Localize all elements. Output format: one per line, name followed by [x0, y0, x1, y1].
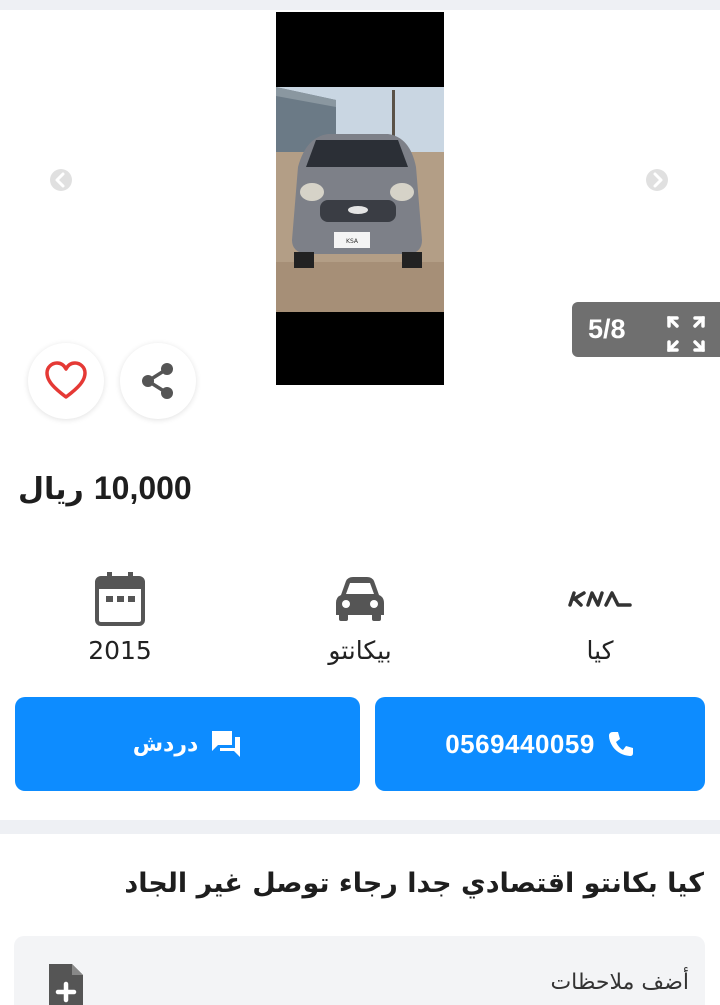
- prev-image-button[interactable]: [44, 163, 78, 197]
- section-divider: [0, 820, 720, 834]
- spec-year: 2015: [40, 570, 200, 665]
- listing-title: كيا بكانتو اقتصادي جدا رجاء توصل غير الج…: [124, 868, 704, 899]
- price-currency: ريال: [18, 472, 84, 507]
- phone-icon: [608, 732, 633, 756]
- car-photo[interactable]: KSA: [276, 12, 444, 385]
- kia-logo-icon: [568, 591, 632, 607]
- chat-button-label: دردش: [132, 731, 199, 757]
- top-bar: [0, 0, 720, 10]
- spec-make-value: كيا: [586, 636, 614, 665]
- share-button[interactable]: [120, 343, 196, 419]
- calendar-icon: [95, 572, 145, 626]
- license-plate: KSA: [346, 238, 359, 245]
- chevron-right-icon: [646, 169, 668, 191]
- note-add-icon: [46, 962, 86, 1005]
- add-notes-field[interactable]: أضف ملاحظات: [14, 936, 705, 1005]
- next-image-button[interactable]: [640, 163, 674, 197]
- call-button[interactable]: 0569440059: [375, 697, 705, 791]
- price-amount: 10,000: [93, 470, 192, 506]
- favorite-button[interactable]: [28, 343, 104, 419]
- phone-number: 0569440059: [445, 728, 595, 759]
- chat-button[interactable]: دردش: [15, 697, 360, 791]
- image-counter[interactable]: 5/8: [572, 302, 720, 357]
- chat-icon: [212, 731, 241, 757]
- heart-icon: [45, 361, 87, 399]
- image-gallery[interactable]: KSA 5/8: [0, 10, 720, 430]
- image-counter-text: 5/8: [588, 314, 626, 344]
- expand-icon[interactable]: [666, 315, 706, 357]
- spec-make: كيا: [520, 570, 680, 665]
- add-notes-label: أضف ملاحظات: [550, 970, 689, 995]
- spec-year-value: 2015: [88, 636, 152, 665]
- car-icon: [336, 577, 384, 621]
- spec-model-value: بيكانتو: [328, 636, 392, 665]
- spec-model: بيكانتو: [280, 570, 440, 665]
- price: ريال 10,000: [18, 470, 192, 507]
- chevron-left-icon: [50, 169, 72, 191]
- share-icon: [142, 363, 173, 399]
